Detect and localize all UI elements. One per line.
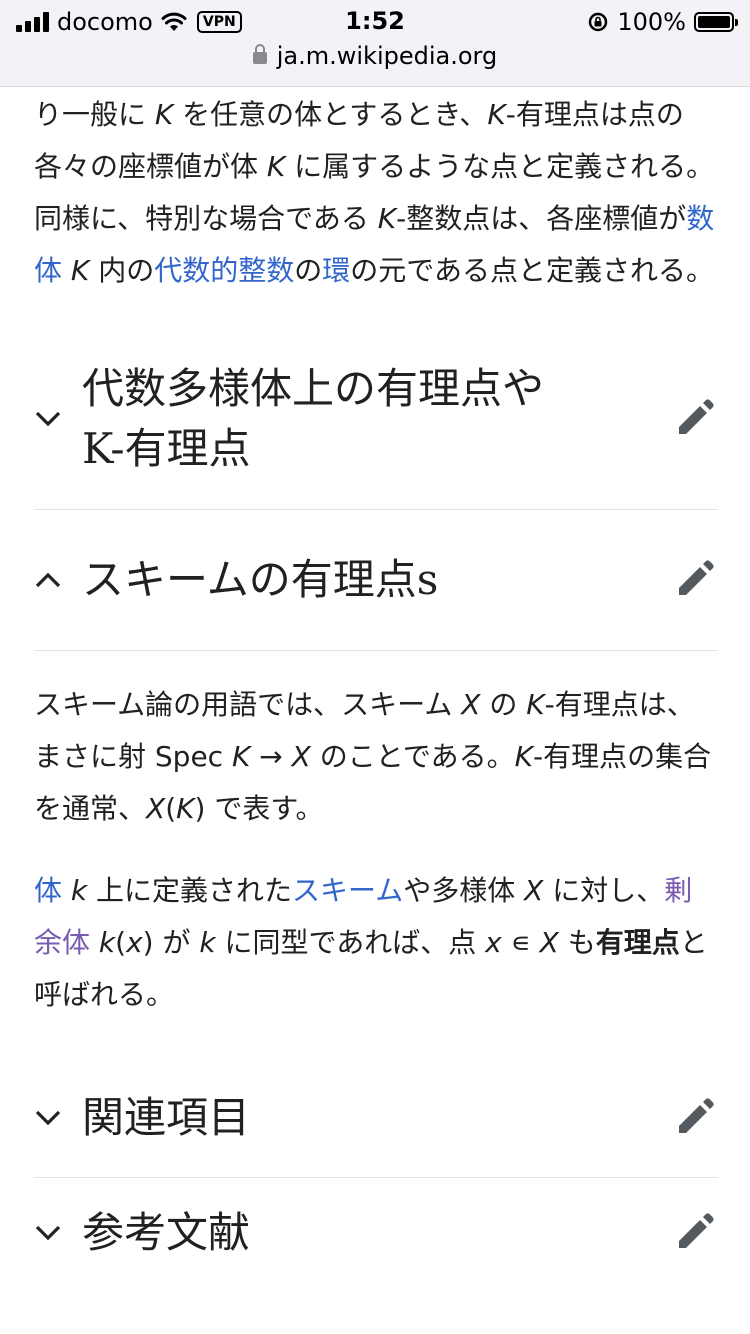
link-algebraic-integer[interactable]: 代数的整数 — [154, 254, 294, 287]
text-run: や多様体 — [403, 874, 525, 907]
text-run: も — [558, 926, 596, 959]
math-var: K — [487, 98, 506, 131]
section-body-scheme: スキーム論の用語では、スキーム X の K-有理点は、まさに射 Spec K →… — [34, 651, 718, 1021]
battery-icon — [694, 12, 738, 32]
text-run: ( — [165, 792, 177, 825]
section-header-scheme[interactable]: スキームの有理点s — [34, 510, 718, 651]
section-title: 代数多様体上の有理点や K-有理点 — [82, 359, 670, 479]
math-var: K — [526, 688, 545, 721]
text-run: ) で表す。 — [194, 792, 324, 825]
section-title-line: 代数多様体上の有理点や — [82, 364, 545, 413]
math-var: X — [461, 688, 481, 721]
battery-percent: 100% — [617, 8, 686, 36]
text-run: -整数点は、各座標値が — [396, 202, 687, 235]
math-var: K — [154, 98, 174, 131]
text-run: → — [250, 740, 292, 773]
text-run: り一般に — [34, 98, 155, 131]
math-var: K — [231, 740, 251, 773]
section-header-varieties[interactable]: 代数多様体上の有理点や K-有理点 — [34, 329, 718, 510]
text-run: ( — [115, 926, 127, 959]
math-var: X — [539, 926, 559, 959]
scheme-paragraph-1: スキーム論の用語では、スキーム X の K-有理点は、まさに射 Spec K →… — [34, 679, 718, 835]
pencil-icon[interactable] — [670, 1094, 718, 1142]
text-run — [62, 254, 71, 287]
section-header-see-also[interactable]: 関連項目 — [34, 1059, 718, 1178]
intro-paragraph: り一般に K を任意の体とするとき、K-有理点は点の各々の座標値が体 K に属す… — [34, 86, 718, 297]
link-field[interactable]: 体 — [34, 874, 62, 907]
math-var: X — [291, 740, 311, 773]
text-run: 上に定義された — [87, 874, 293, 907]
math-var: X — [146, 792, 166, 825]
text-run: ) が — [142, 926, 200, 959]
math-var: X — [524, 874, 544, 907]
lock-icon — [252, 44, 267, 64]
section-title-line: K-有理点 — [82, 424, 251, 473]
section-title: 参考文献 — [82, 1208, 251, 1257]
text-run — [62, 874, 71, 907]
text-run — [90, 926, 99, 959]
text-run: の — [294, 254, 323, 287]
status-right: 100% — [587, 8, 738, 36]
text-run: の — [480, 688, 527, 721]
pencil-icon[interactable] — [670, 395, 718, 443]
pencil-icon[interactable] — [670, 556, 718, 604]
text-run: を任意の体とするとき、 — [173, 98, 488, 131]
chevron-down-icon — [34, 399, 74, 439]
section-title: スキームの有理点s — [82, 555, 439, 604]
math-var: k — [199, 926, 216, 959]
math-var: K — [70, 254, 90, 287]
chevron-down-icon — [34, 1213, 74, 1253]
chevron-down-icon — [34, 1098, 74, 1138]
math-var: K — [514, 740, 533, 773]
scheme-paragraph-2: 体 k 上に定義されたスキームや多様体 X に対し、剰余体 k(x) が k に… — [34, 865, 718, 1021]
math-var: K — [176, 792, 195, 825]
math-var: x — [126, 926, 143, 959]
ios-status-bar: docomo VPN 1:52 100% ja.m.wikipedia.org — [0, 0, 750, 87]
url-text: ja.m.wikipedia.org — [276, 42, 498, 70]
math-var: k — [98, 926, 116, 959]
article-content: り一般に K を任意の体とするとき、K-有理点は点の各々の座標値が体 K に属す… — [34, 86, 718, 1288]
text-run: に同型であれば、点 — [215, 926, 486, 959]
pencil-icon[interactable] — [670, 1209, 718, 1257]
math-var: K — [377, 202, 397, 235]
math-var: K — [266, 150, 286, 183]
text-run: ∊ — [501, 926, 540, 959]
section-header-references[interactable]: 参考文献 — [34, 1178, 718, 1288]
text-run: スキーム論の用語では、スキーム — [34, 688, 462, 721]
text-run: のことである。 — [310, 740, 515, 773]
link-ring[interactable]: 環 — [322, 254, 350, 287]
bold-term: 有理点 — [595, 926, 680, 959]
math-var: x — [485, 926, 502, 959]
math-var: k — [70, 874, 88, 907]
text-run: の元である点と定義される。 — [350, 254, 714, 287]
link-scheme[interactable]: スキーム — [292, 874, 403, 907]
text-run: に対し、 — [543, 874, 665, 907]
chevron-up-icon — [34, 560, 74, 600]
address-bar[interactable]: ja.m.wikipedia.org — [0, 42, 750, 70]
text-run: 内の — [89, 254, 155, 287]
rotation-lock-icon — [589, 12, 608, 32]
section-title: 関連項目 — [82, 1093, 251, 1142]
